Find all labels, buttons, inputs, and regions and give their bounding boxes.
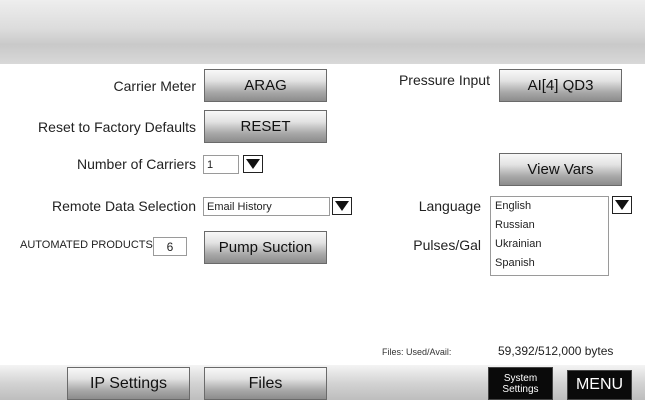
automated-products-label: AUTOMATED PRODUCTS (20, 239, 153, 251)
files-used-avail-value: 59,392/512,000 bytes (498, 344, 614, 358)
language-option-spanish[interactable]: Spanish (491, 254, 608, 273)
system-settings-button[interactable]: System Settings (488, 367, 553, 400)
number-of-carriers-label: Number of Carriers (76, 156, 196, 172)
view-vars-button[interactable]: View Vars (499, 153, 622, 186)
remote-data-selection-field[interactable]: Email History (203, 197, 330, 216)
automated-products-count[interactable]: 6 (153, 237, 187, 256)
language-list[interactable]: English Russian Ukrainian Spanish (490, 196, 609, 276)
language-dropdown-icon[interactable] (612, 196, 632, 214)
number-of-carriers-field[interactable]: 1 (203, 155, 239, 174)
pump-suction-button[interactable]: Pump Suction (204, 231, 327, 264)
top-banner (0, 0, 645, 64)
carrier-meter-label: Carrier Meter (113, 78, 196, 94)
reset-defaults-label: Reset to Factory Defaults (38, 119, 196, 135)
pulses-per-gal-label: Pulses/Gal (413, 237, 481, 253)
pressure-input-label: Pressure Input (398, 72, 490, 88)
carrier-meter-button[interactable]: ARAG (204, 69, 327, 102)
remote-data-dropdown-icon[interactable] (332, 197, 352, 215)
language-label: Language (418, 198, 481, 214)
number-of-carriers-dropdown-icon[interactable] (243, 155, 263, 173)
pressure-input-button[interactable]: AI[4] QD3 (499, 69, 622, 102)
remote-data-selection-label: Remote Data Selection (52, 198, 196, 214)
menu-button[interactable]: MENU (567, 370, 632, 400)
language-option-russian[interactable]: Russian (491, 216, 608, 235)
files-button[interactable]: Files (204, 367, 327, 400)
ip-settings-button[interactable]: IP Settings (67, 367, 190, 400)
reset-button[interactable]: RESET (204, 110, 327, 143)
files-used-avail-label: Files: Used/Avail: (382, 347, 452, 357)
language-option-ukrainian[interactable]: Ukrainian (491, 235, 608, 254)
language-option-english[interactable]: English (491, 197, 608, 216)
